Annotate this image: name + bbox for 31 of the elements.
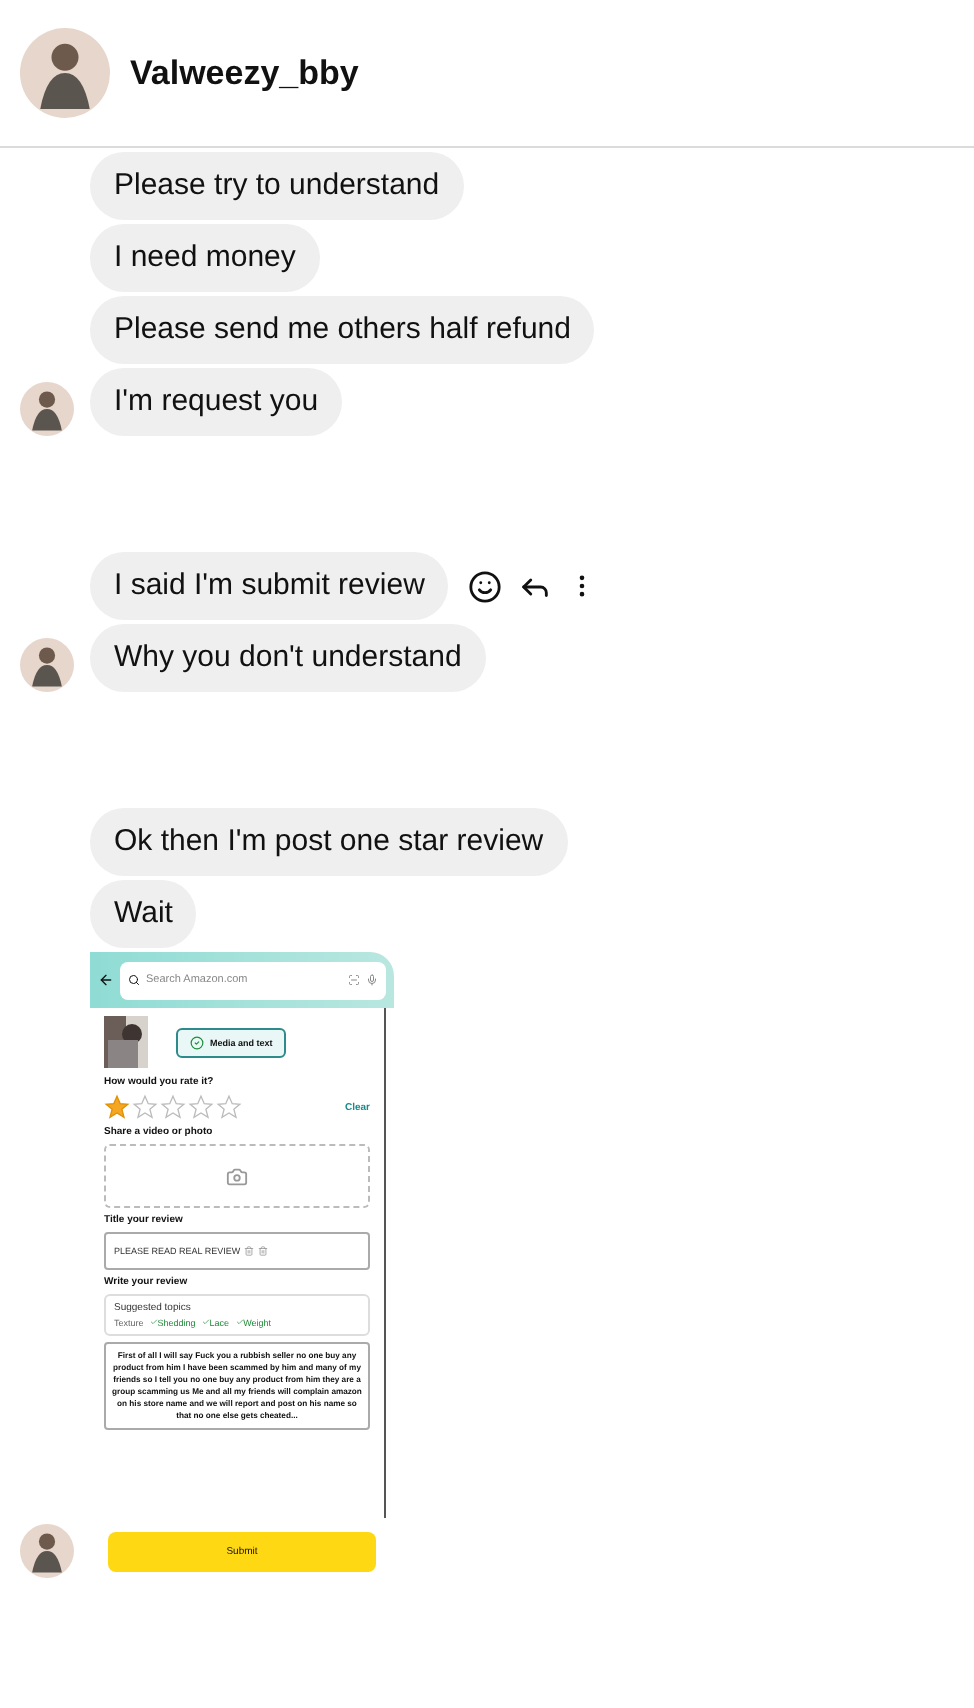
check-icon — [149, 1318, 158, 1326]
message-bubble: Wait — [90, 880, 197, 948]
emoji-icon[interactable] — [468, 569, 503, 603]
upload-area[interactable] — [104, 1144, 370, 1208]
message-bubble: Please send me others half refund — [90, 296, 595, 364]
star-icon[interactable] — [188, 1094, 214, 1120]
message-bubble: I need money — [90, 224, 320, 292]
search-icon — [128, 974, 140, 986]
contact-name[interactable]: Valweezy_bby — [130, 53, 359, 93]
star-icon[interactable] — [160, 1094, 186, 1120]
message-bubble: Ok then I'm post one star review — [90, 808, 568, 876]
back-icon[interactable] — [98, 972, 114, 988]
avatar-icon — [20, 28, 110, 118]
message-bubble: Why you don't understand — [90, 624, 486, 692]
camera-icon — [226, 1165, 248, 1187]
check-icon — [235, 1318, 244, 1326]
avatar-icon — [20, 1524, 74, 1578]
trash-icon — [258, 1246, 269, 1256]
avatar-icon — [20, 382, 74, 436]
microphone-icon[interactable] — [366, 974, 378, 986]
check-icon — [201, 1318, 210, 1326]
scan-icon[interactable] — [348, 974, 360, 986]
star-icon[interactable] — [104, 1094, 130, 1120]
star-icon[interactable] — [132, 1094, 158, 1120]
check-icon — [190, 1035, 204, 1049]
trash-icon — [244, 1246, 255, 1256]
message-bubble: I'm request you — [90, 368, 343, 436]
message-bubble: I said I'm submit review — [90, 552, 449, 620]
message-bubble: Please try to understand — [90, 152, 464, 220]
star-icon[interactable] — [216, 1094, 242, 1120]
avatar-icon — [20, 638, 74, 692]
